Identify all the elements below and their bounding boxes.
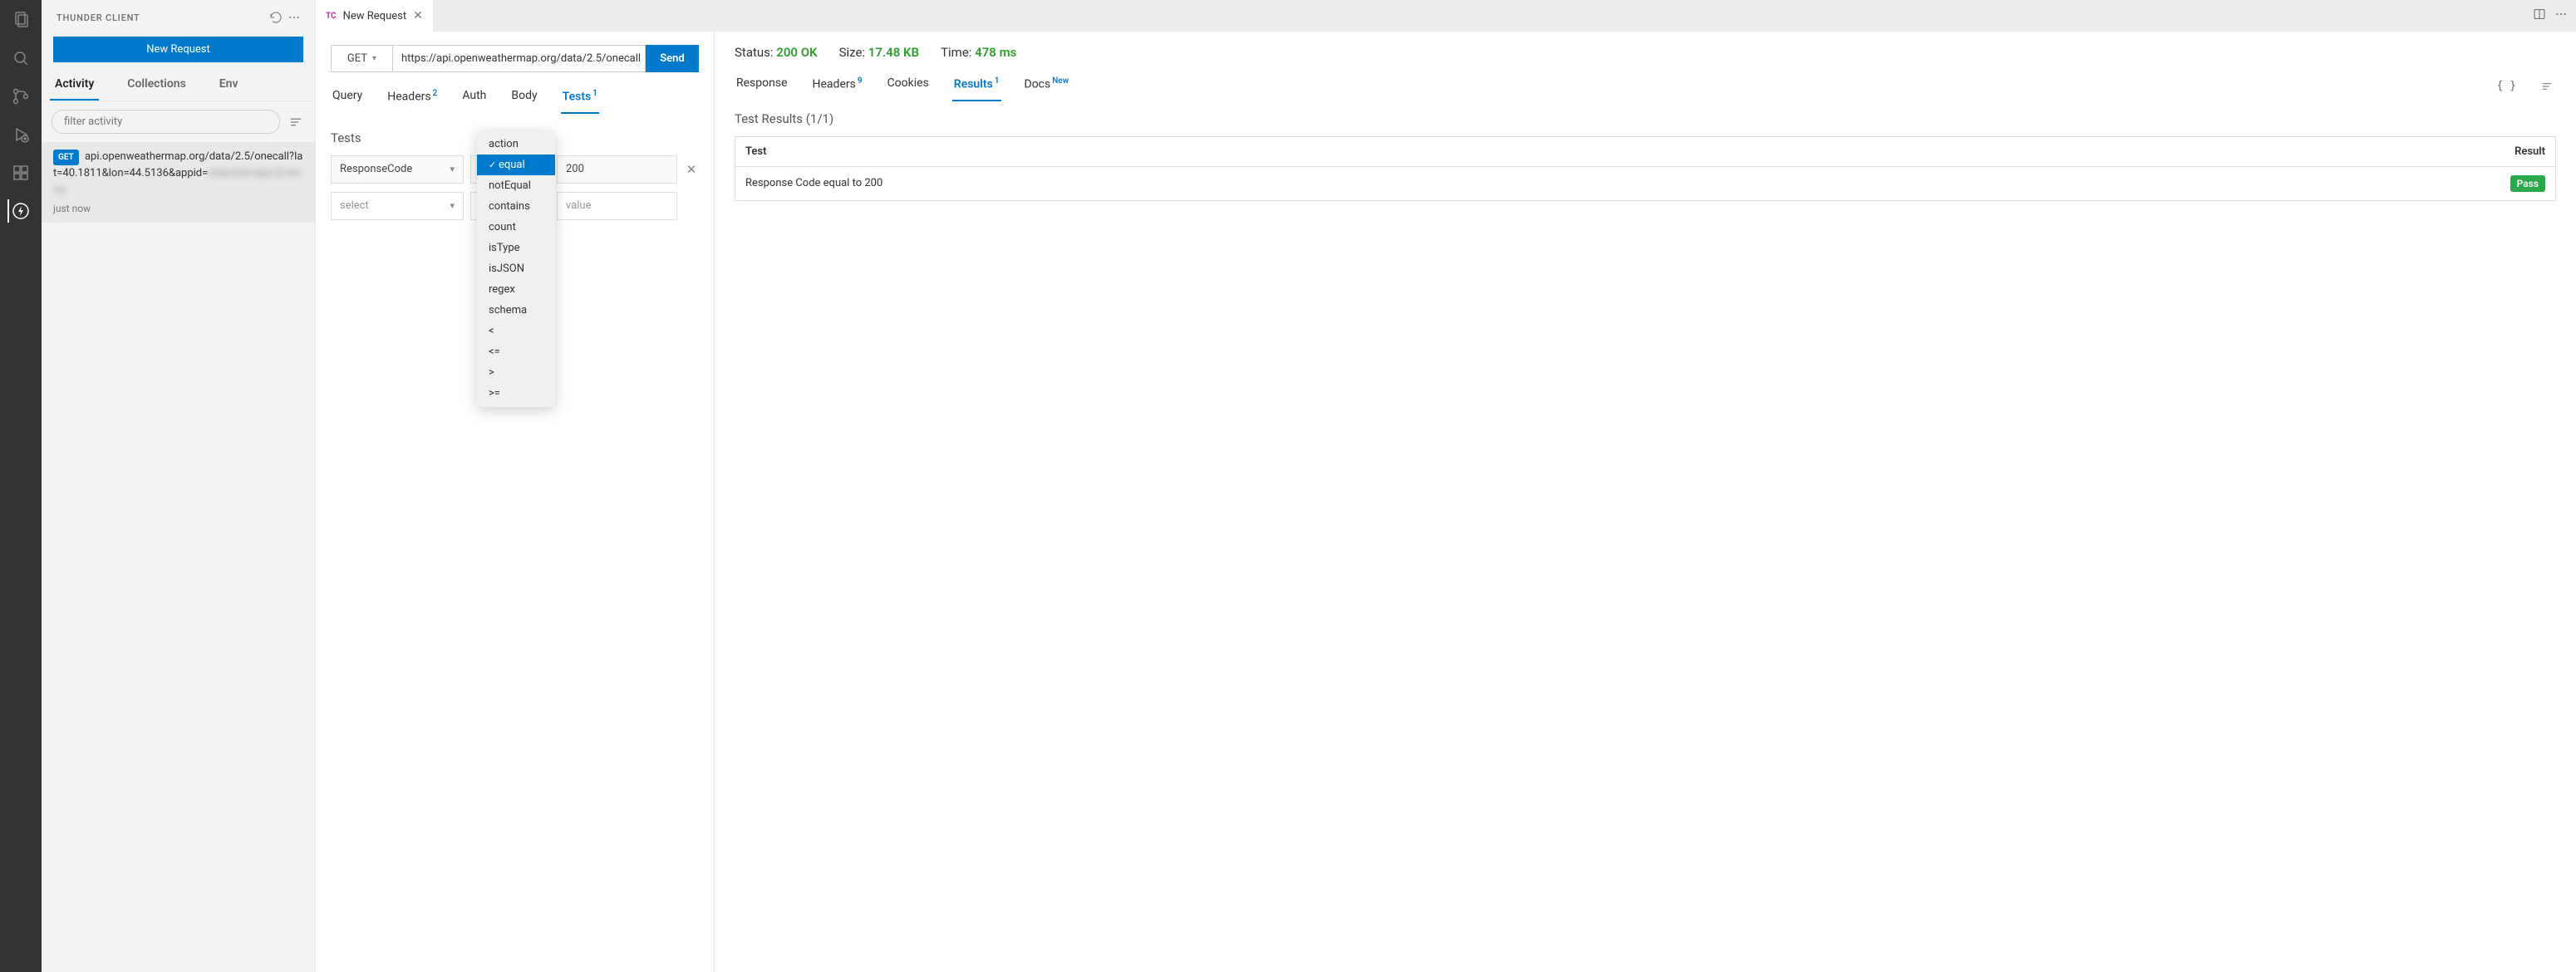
- thunder-client-icon[interactable]: [7, 199, 32, 223]
- result-test-status: Pass: [2490, 166, 2556, 200]
- delete-row-icon[interactable]: ✕: [684, 162, 699, 177]
- dropdown-opt-action[interactable]: action: [477, 134, 555, 155]
- split-editor-icon[interactable]: [2533, 7, 2546, 24]
- dropdown-opt-gte[interactable]: >=: [477, 383, 555, 404]
- resp-subtab-results[interactable]: Results1: [952, 71, 1001, 101]
- sort-icon[interactable]: [287, 113, 305, 131]
- result-row: Response Code equal to 200 Pass: [735, 166, 2556, 200]
- dropdown-opt-lte[interactable]: <=: [477, 341, 555, 362]
- test-value-input[interactable]: 200: [557, 155, 677, 184]
- status-row: Status: 200 OK Size: 17.48 KB Time: 478 …: [735, 45, 2556, 60]
- test-field-select-empty[interactable]: select ▾: [331, 192, 464, 220]
- refresh-icon[interactable]: [267, 8, 285, 27]
- files-icon[interactable]: [9, 8, 32, 32]
- tests-grid: ResponseCode ▾ 200 ✕ select ▾: [331, 155, 699, 220]
- subtab-headers[interactable]: Headers2: [386, 84, 439, 114]
- content: GET ▾ https://api.openweathermap.org/dat…: [316, 32, 2576, 972]
- subtab-body[interactable]: Body: [509, 84, 538, 114]
- dropdown-opt-schema[interactable]: schema: [477, 300, 555, 321]
- editor-tab-bar: TC New Request ✕: [316, 0, 2576, 32]
- activity-bar: [0, 0, 42, 972]
- method-select[interactable]: GET ▾: [331, 45, 392, 72]
- dropdown-opt-count[interactable]: count: [477, 217, 555, 238]
- sidebar-tab-activity[interactable]: Activity: [50, 71, 99, 101]
- test-value-input-empty[interactable]: value: [557, 192, 677, 220]
- request-item-url: GET api.openweathermap.org/data/2.5/onec…: [53, 149, 303, 198]
- extensions-icon[interactable]: [9, 161, 32, 184]
- request-pane: GET ▾ https://api.openweathermap.org/dat…: [316, 32, 715, 972]
- dropdown-opt-notequal[interactable]: notEqual: [477, 175, 555, 196]
- dropdown-opt-regex[interactable]: regex: [477, 279, 555, 300]
- subtab-query[interactable]: Query: [331, 84, 364, 114]
- dropdown-opt-isjson[interactable]: isJSON: [477, 258, 555, 279]
- request-item-time: just now: [53, 203, 303, 214]
- results-title: Test Results (1/1): [735, 111, 2556, 126]
- resp-subtab-cookies[interactable]: Cookies: [886, 71, 931, 101]
- tab-bar-actions: [2533, 0, 2576, 32]
- results-header-result: Result: [2490, 136, 2556, 166]
- sidebar-header: THUNDER CLIENT: [42, 0, 315, 32]
- sidebar: THUNDER CLIENT New Request Activity Coll…: [42, 0, 316, 972]
- resp-sort-icon[interactable]: [2538, 77, 2556, 96]
- test-field-select[interactable]: ResponseCode ▾: [331, 155, 464, 184]
- dropdown-opt-istype[interactable]: isType: [477, 238, 555, 258]
- sidebar-title: THUNDER CLIENT: [57, 12, 267, 23]
- dropdown-opt-gt[interactable]: >: [477, 362, 555, 383]
- subtab-auth[interactable]: Auth: [460, 84, 488, 114]
- results-header-test: Test: [735, 136, 2490, 166]
- dropdown-opt-contains[interactable]: contains: [477, 196, 555, 217]
- url-input[interactable]: https://api.openweathermap.org/data/2.5/…: [392, 45, 646, 72]
- main: TC New Request ✕ GET ▾ https://api.openw…: [316, 0, 2576, 972]
- status-block: Status: 200 OK: [735, 45, 818, 60]
- method-badge: GET: [53, 150, 79, 165]
- response-pane: Status: 200 OK Size: 17.48 KB Time: 478 …: [715, 32, 2576, 972]
- request-row: GET ▾ https://api.openweathermap.org/dat…: [331, 45, 699, 72]
- results-table: Test Result Response Code equal to 200 P…: [735, 136, 2556, 201]
- operator-dropdown: action equal notEqual contains count isT…: [477, 130, 555, 407]
- result-test-name: Response Code equal to 200: [735, 166, 2490, 200]
- source-control-icon[interactable]: [9, 85, 32, 108]
- sidebar-tab-collections[interactable]: Collections: [122, 71, 190, 101]
- dropdown-opt-equal[interactable]: equal: [477, 155, 555, 175]
- dropdown-opt-lt[interactable]: <: [477, 321, 555, 341]
- chevron-down-icon: ▾: [450, 200, 455, 211]
- send-button[interactable]: Send: [646, 45, 699, 72]
- size-block: Size: 17.48 KB: [839, 45, 920, 60]
- request-subtabs: Query Headers2 Auth Body Tests1: [331, 84, 699, 114]
- time-block: Time: 478 ms: [941, 45, 1016, 60]
- resp-subtab-headers[interactable]: Headers9: [811, 71, 864, 101]
- new-request-button[interactable]: New Request: [53, 37, 303, 62]
- response-subtabs: Response Headers9 Cookies Results1 DocsN…: [735, 71, 2556, 101]
- search-icon[interactable]: [9, 47, 32, 70]
- chevron-down-icon: ▾: [450, 164, 455, 174]
- debug-icon[interactable]: [9, 123, 32, 146]
- filter-row: [42, 101, 315, 142]
- filter-activity-input[interactable]: [52, 110, 280, 134]
- more-icon[interactable]: [285, 8, 303, 27]
- sidebar-tabs: Activity Collections Env: [42, 71, 315, 101]
- braces-icon[interactable]: { }: [2497, 80, 2516, 92]
- sidebar-tab-env[interactable]: Env: [214, 71, 243, 101]
- tab-more-icon[interactable]: [2554, 7, 2568, 24]
- resp-subtab-response[interactable]: Response: [735, 71, 789, 101]
- resp-subtab-docs[interactable]: DocsNew: [1023, 71, 1071, 101]
- thunder-badge: TC: [326, 12, 337, 21]
- editor-tab[interactable]: TC New Request ✕: [316, 0, 433, 32]
- close-tab-icon[interactable]: ✕: [413, 9, 423, 22]
- subtab-tests[interactable]: Tests1: [561, 84, 599, 114]
- chevron-down-icon: ▾: [372, 54, 376, 63]
- activity-request-item[interactable]: GET api.openweathermap.org/data/2.5/onec…: [42, 142, 315, 223]
- editor-tab-title: New Request: [343, 10, 406, 22]
